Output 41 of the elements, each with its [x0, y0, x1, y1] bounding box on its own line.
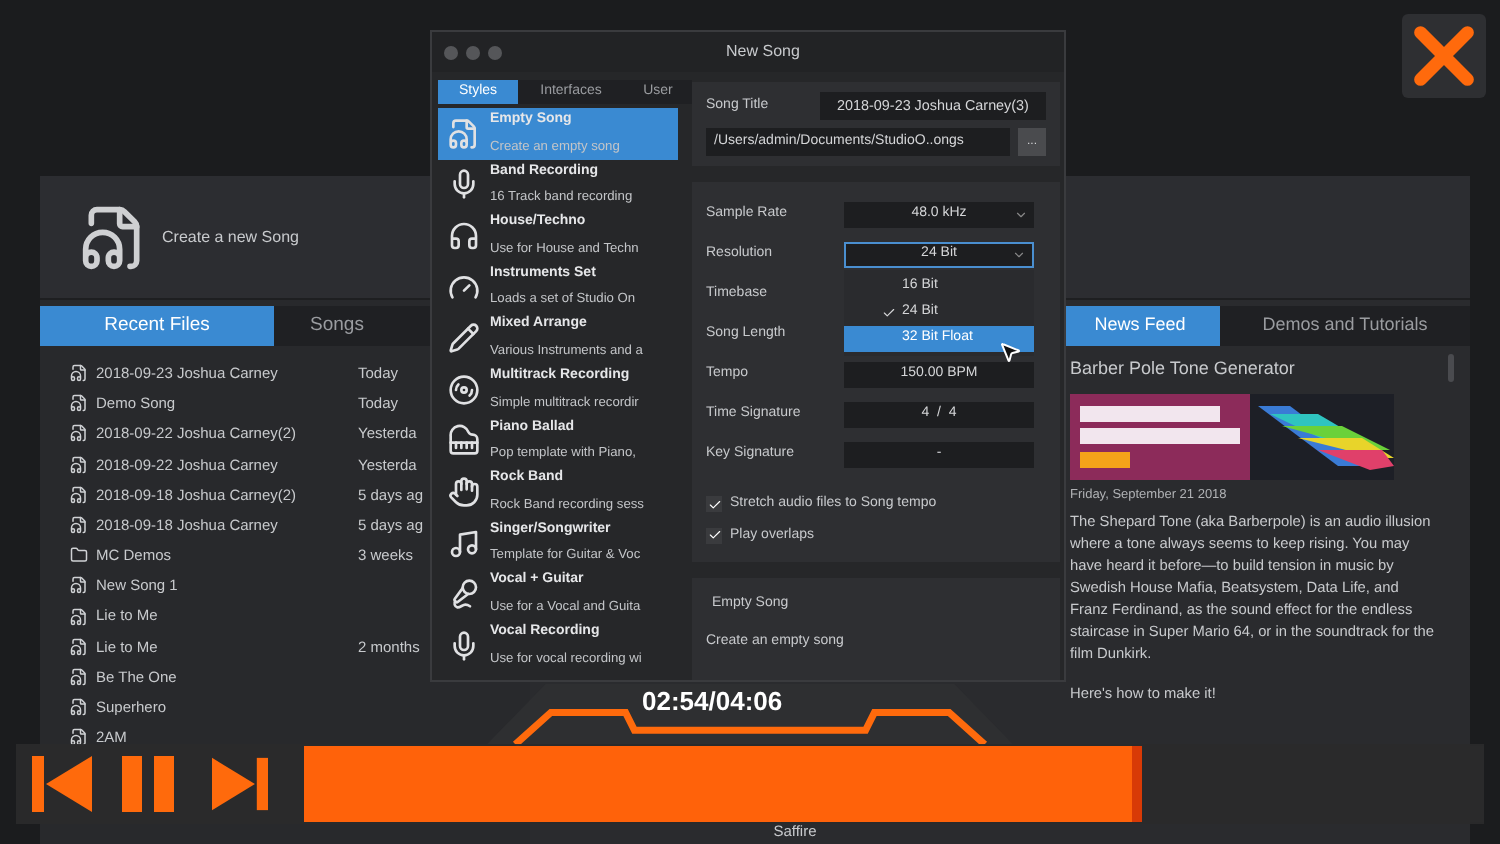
playback-time: 02:54/04:06	[642, 686, 783, 716]
close-icon	[1412, 24, 1476, 88]
document-icon	[70, 364, 88, 383]
document-icon	[70, 607, 88, 626]
cursor-icon	[998, 339, 1022, 363]
music-note-icon	[448, 527, 480, 560]
piano-keys-icon	[448, 424, 480, 457]
document-icon	[70, 394, 88, 413]
document-icon	[70, 424, 88, 443]
news-title: Barber Pole Tone Generator	[1070, 356, 1297, 382]
document-icon	[70, 576, 88, 595]
pause-icon[interactable]	[122, 756, 178, 812]
document-icon	[70, 698, 88, 717]
disc-icon	[448, 373, 480, 406]
scrollbar[interactable]	[1448, 354, 1454, 382]
checkbox[interactable]	[706, 496, 722, 513]
microphone-icon	[448, 578, 480, 611]
checkbox[interactable]	[706, 527, 722, 544]
document-icon	[70, 728, 88, 747]
document-icon	[70, 516, 88, 535]
next-icon[interactable]	[212, 756, 268, 812]
knob-icon	[448, 271, 480, 304]
close-button[interactable]	[1402, 14, 1486, 98]
caret-icon	[1012, 247, 1026, 261]
headphones-icon	[448, 219, 480, 252]
microphone-icon	[448, 629, 480, 662]
folder-icon	[70, 546, 88, 565]
caret-icon	[1014, 207, 1028, 221]
document-icon	[448, 117, 480, 150]
window-title: New Song	[726, 40, 800, 64]
tab[interactable]: News Feed	[1060, 306, 1220, 346]
document-icon	[70, 455, 88, 474]
document-icon	[70, 485, 88, 504]
microphone-icon	[448, 168, 480, 201]
previous-icon[interactable]	[32, 756, 92, 812]
pencil-icon	[448, 322, 480, 355]
document-icon	[70, 667, 88, 686]
tab[interactable]: Recent Files	[40, 306, 274, 346]
document-icon	[70, 637, 88, 656]
create-song-label[interactable]: Create a new Song	[162, 225, 299, 249]
hand-icon	[448, 475, 480, 508]
